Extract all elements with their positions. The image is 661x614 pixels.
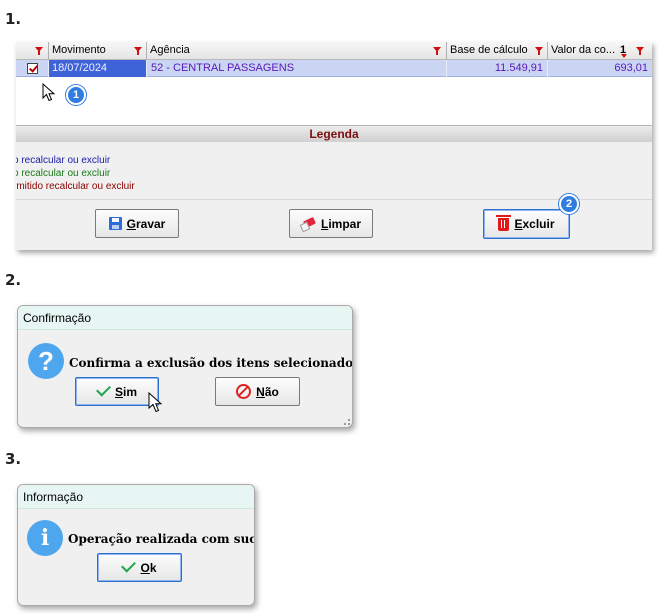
- floppy-disk-icon: [108, 217, 122, 230]
- row-base-calculo-cell[interactable]: 11.549,91: [447, 60, 548, 77]
- header-agencia[interactable]: Agência: [147, 42, 447, 60]
- row-movimento-cell[interactable]: 18/07/2024: [49, 60, 147, 77]
- nao-button[interactable]: Não: [215, 377, 300, 406]
- row-valor-cell[interactable]: 693,01: [548, 60, 652, 77]
- limpar-label: Limpar: [320, 216, 362, 231]
- header-base-calculo[interactable]: Base de cálculo: [447, 42, 548, 60]
- grid-header: Movimento Agência Base de cálculo Valor …: [16, 42, 652, 60]
- row-select-cell[interactable]: [16, 60, 49, 77]
- step-label-3: 3.: [5, 450, 22, 468]
- confirm-dialog-title: Confirmação: [18, 306, 352, 330]
- sim-button[interactable]: Sim: [75, 377, 159, 406]
- question-icon: ?: [28, 343, 64, 379]
- excluir-label: Excluir: [514, 217, 555, 231]
- ok-label: Ok: [140, 560, 157, 575]
- header-base-calculo-label: Base de cálculo: [450, 44, 528, 56]
- mouse-cursor-icon: [42, 83, 56, 102]
- info-message: Operação realizada com sucesso.: [68, 532, 254, 546]
- step-label-1: 1.: [5, 10, 22, 28]
- resize-grip-icon[interactable]: [344, 419, 350, 425]
- gravar-label: Gravar: [126, 216, 166, 231]
- row-checkbox[interactable]: [27, 63, 38, 74]
- step-badge-1: 1: [66, 85, 86, 105]
- table-row[interactable]: 18/07/2024 52 - CENTRAL PASSAGENS 11.549…: [16, 60, 652, 77]
- header-movimento-label: Movimento: [52, 44, 106, 56]
- info-icon: i: [27, 520, 63, 556]
- filter-icon[interactable]: [433, 47, 441, 55]
- prohibited-icon: [236, 384, 252, 399]
- header-valor-label: Valor da co...: [551, 44, 615, 56]
- ok-button[interactable]: Ok: [97, 553, 182, 582]
- filter-icon[interactable]: [636, 47, 644, 55]
- sim-label: Sim: [114, 384, 138, 399]
- header-agencia-label: Agência: [150, 44, 190, 56]
- legend-line-green: o recalcular ou excluir: [16, 168, 111, 179]
- filter-icon[interactable]: [134, 47, 142, 55]
- legend-line-blue: o recalcular ou excluir: [16, 155, 111, 166]
- step-badge-2: 2: [559, 194, 579, 214]
- excluir-button[interactable]: Excluir: [483, 209, 570, 239]
- nao-label: Não: [256, 384, 279, 399]
- trash-icon: [496, 214, 512, 231]
- action-bar: Gravar Limpar Excluir: [16, 200, 652, 250]
- filter-icon[interactable]: [35, 47, 43, 55]
- mouse-cursor-icon: [148, 392, 163, 413]
- legend-title: Legenda: [16, 125, 652, 142]
- filter-icon[interactable]: [535, 47, 543, 55]
- legend-area: o recalcular ou excluir o recalcular ou …: [16, 142, 652, 200]
- limpar-button[interactable]: Limpar: [289, 209, 373, 238]
- info-dialog: Informação i Operação realizada com suce…: [17, 484, 255, 606]
- confirm-message: Confirma a exclusão dos itens selecionad…: [69, 356, 353, 370]
- checkmark-icon: [96, 381, 111, 397]
- header-valor[interactable]: Valor da co... 1: [548, 42, 652, 60]
- movement-panel: Movimento Agência Base de cálculo Valor …: [16, 42, 652, 250]
- info-dialog-title: Informação: [18, 485, 254, 509]
- eraser-icon: [301, 219, 316, 229]
- checkmark-icon: [121, 557, 137, 573]
- confirm-dialog: Confirmação ? Confirma a exclusão dos it…: [17, 305, 353, 428]
- step-label-2: 2.: [5, 271, 22, 289]
- legend-line-red: rmitido recalcular ou excluir: [16, 181, 135, 192]
- header-select-column[interactable]: [16, 42, 49, 60]
- header-movimento[interactable]: Movimento: [49, 42, 147, 60]
- gravar-button[interactable]: Gravar: [95, 209, 179, 238]
- sort-desc-icon: [621, 54, 627, 58]
- row-agencia-cell[interactable]: 52 - CENTRAL PASSAGENS: [147, 60, 447, 77]
